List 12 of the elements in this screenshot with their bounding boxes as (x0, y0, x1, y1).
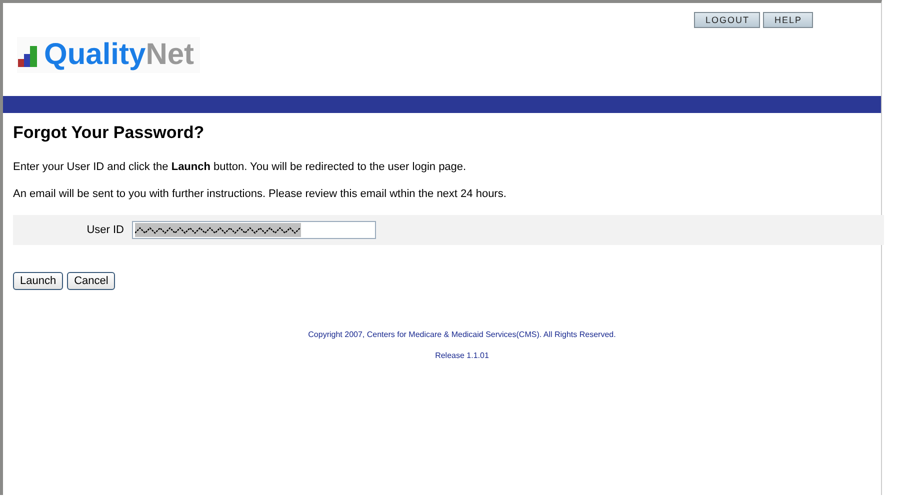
form-button[interactable]: Cancel (67, 272, 116, 290)
instruction-text: An email will be sent to you with further instructions. Please review this email wthin the next 24 hours. (13, 188, 508, 200)
instruction-text: Enter your User ID and click the Launch button. You will be redirected to the user login page. (13, 161, 468, 173)
header-button[interactable]: HELP (763, 12, 813, 28)
copyright-text: Copyright 2007, Centers for Medicare & Medicaid Services(CMS). All Rights Reserved. (308, 330, 616, 339)
user-id-label: User ID (86, 224, 124, 236)
quality-net-logo: QualityNet (17, 37, 200, 73)
release-text: Release 1.1.01 (435, 351, 489, 360)
form-button[interactable]: Launch (13, 272, 64, 290)
header-button[interactable]: LOGOUT (694, 12, 760, 28)
page-title: Forgot Your Password? (13, 123, 206, 143)
user-id-field[interactable] (132, 221, 376, 239)
